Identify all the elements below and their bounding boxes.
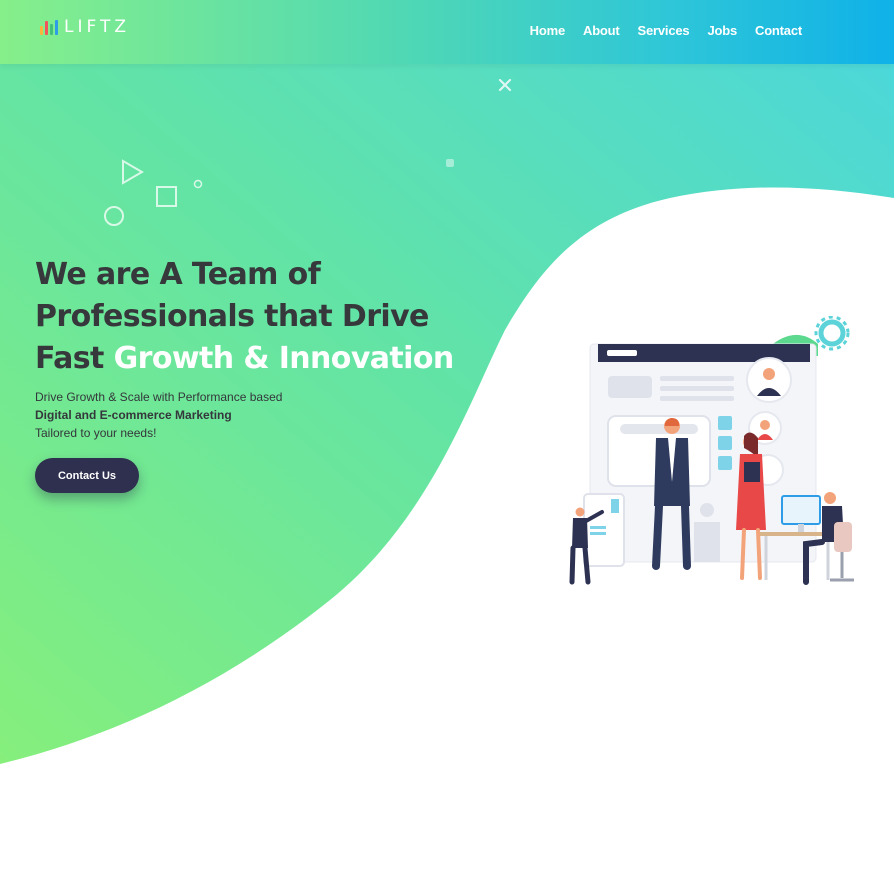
hero-subtitle: Drive Growth & Scale with Performance ba… [35,388,475,442]
nav-jobs[interactable]: Jobs [707,23,737,38]
close-x-icon [498,78,512,92]
dot-icon [446,159,454,167]
play-outline-icon [122,159,144,185]
square-outline-icon [156,186,177,207]
hero-content: We are A Team of Professionals that Driv… [35,254,475,493]
main-nav: Home About Services Jobs Contact [530,23,803,38]
nav-contact[interactable]: Contact [755,23,802,38]
nav-home[interactable]: Home [530,23,566,38]
hero-headline: We are A Team of Professionals that Driv… [35,254,475,380]
logo-text: LIFTZ [64,17,130,37]
navbar: LIFTZ Home About Services Jobs Contact [0,0,894,64]
subtitle-line-1: Drive Growth & Scale with Performance ba… [35,390,283,404]
contact-us-button[interactable]: Contact Us [35,458,139,493]
nav-services[interactable]: Services [638,23,690,38]
logo[interactable]: LIFTZ [40,17,130,37]
subtitle-line-2: Digital and E-commerce Marketing [35,408,232,422]
team-business-illustration [569,316,854,585]
headline-accent: Growth & Innovation [113,341,455,376]
gear-icon [814,316,850,351]
small-circle-icon [193,179,203,189]
subtitle-line-3: Tailored to your needs! [35,426,157,440]
circle-outline-icon [104,206,124,226]
nav-about[interactable]: About [583,23,620,38]
bar-chart-icon [40,19,58,35]
